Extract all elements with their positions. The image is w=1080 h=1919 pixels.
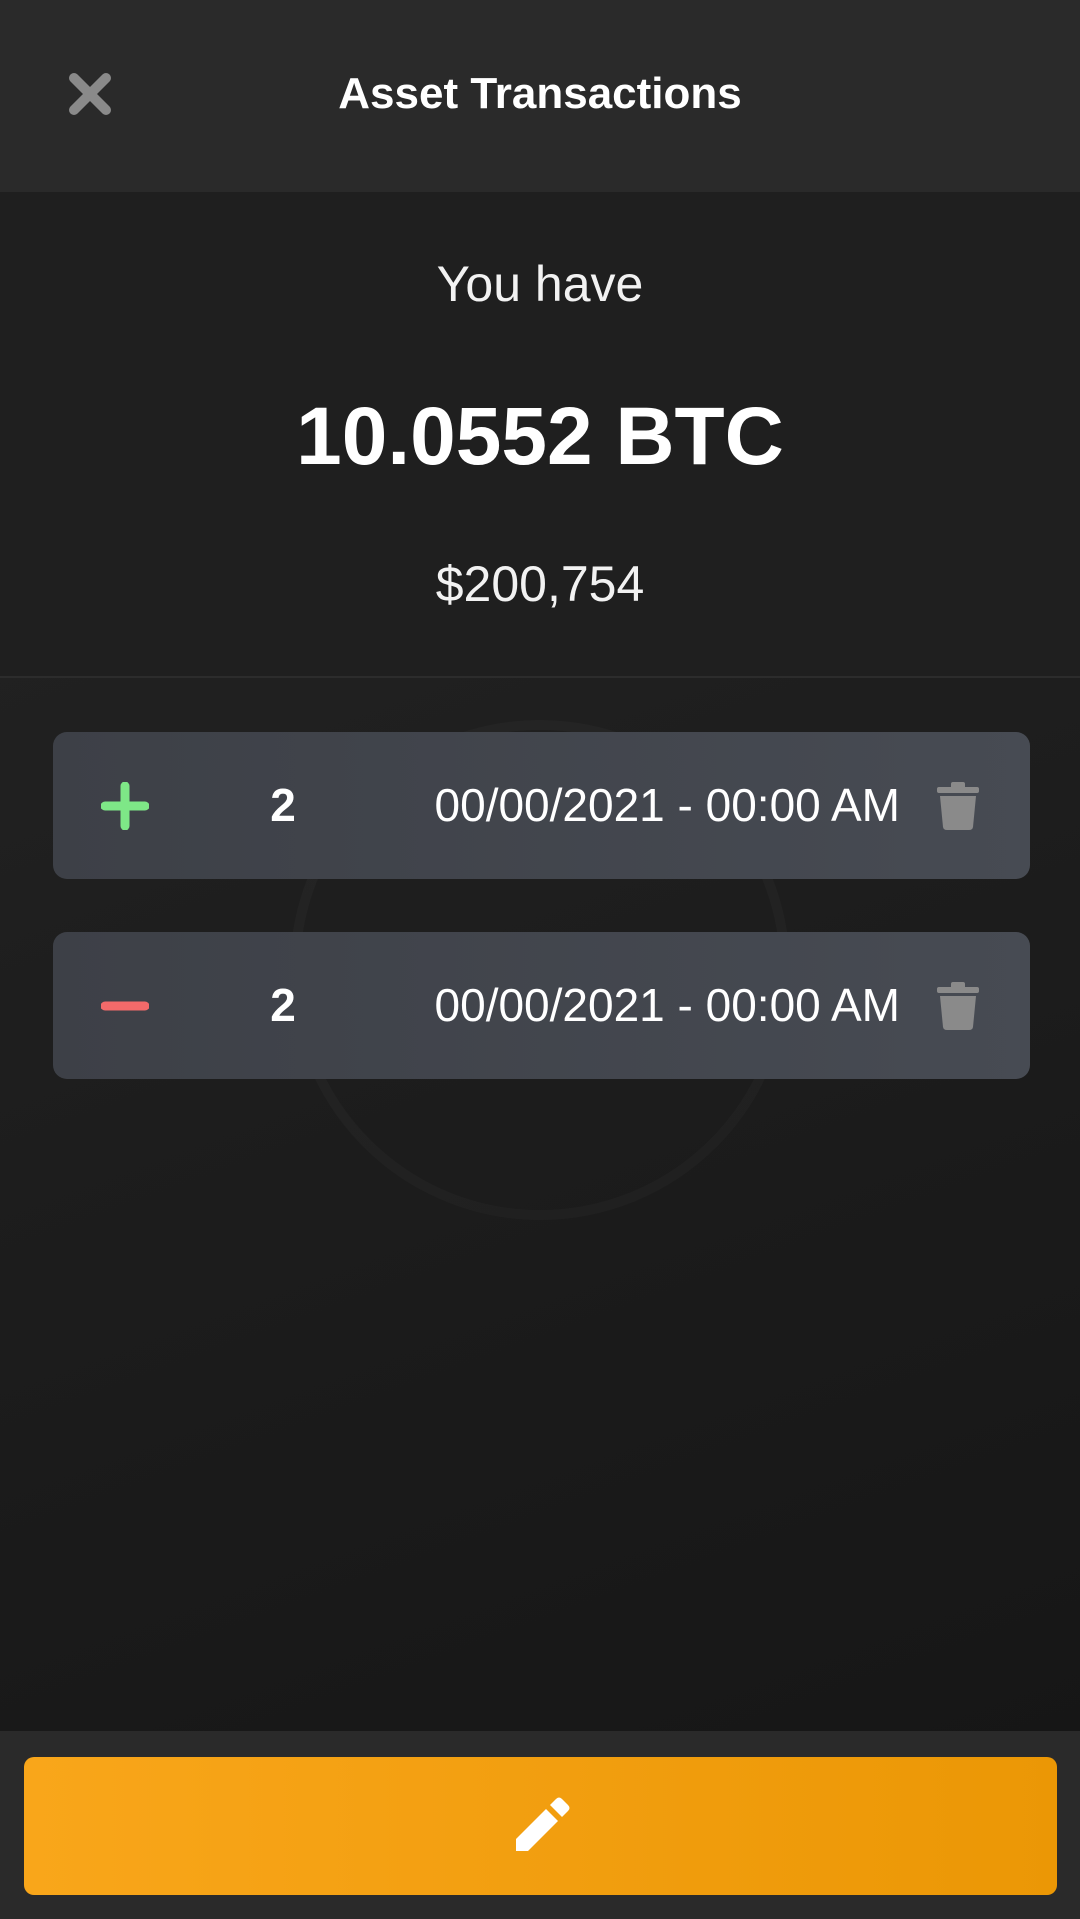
edit-button[interactable] (24, 1757, 1057, 1895)
delete-button[interactable] (932, 978, 984, 1034)
top-bar: Asset Transactions (0, 0, 1080, 192)
page-title: Asset Transactions (338, 69, 742, 118)
holdings-fiat-value: $200,754 (435, 556, 645, 612)
transaction-row[interactable]: 2 00/00/2021 - 00:00 AM (53, 932, 1030, 1079)
holdings-label: You have (436, 256, 644, 312)
asset-transactions-screen: Asset Transactions You have 10.0552 BTC … (0, 0, 1080, 1919)
holdings-amount: 10.0552 BTC (296, 391, 784, 482)
transaction-row[interactable]: 2 00/00/2021 - 00:00 AM (53, 732, 1030, 879)
transaction-quantity: 2 (270, 779, 296, 831)
minus-icon (97, 978, 153, 1034)
trash-icon (937, 782, 979, 830)
transaction-datetime: 00/00/2021 - 00:00 AM (434, 979, 900, 1031)
holdings-summary: You have 10.0552 BTC $200,754 (0, 192, 1080, 678)
bottom-bar (0, 1731, 1080, 1919)
trash-icon (937, 982, 979, 1030)
transaction-datetime: 00/00/2021 - 00:00 AM (434, 779, 900, 831)
pencil-icon (515, 1797, 569, 1851)
delete-button[interactable] (932, 778, 984, 834)
plus-icon (97, 778, 153, 834)
transaction-list: 2 00/00/2021 - 00:00 AM 2 00/00/2021 - 0… (53, 732, 1030, 1132)
transaction-quantity: 2 (270, 979, 296, 1031)
